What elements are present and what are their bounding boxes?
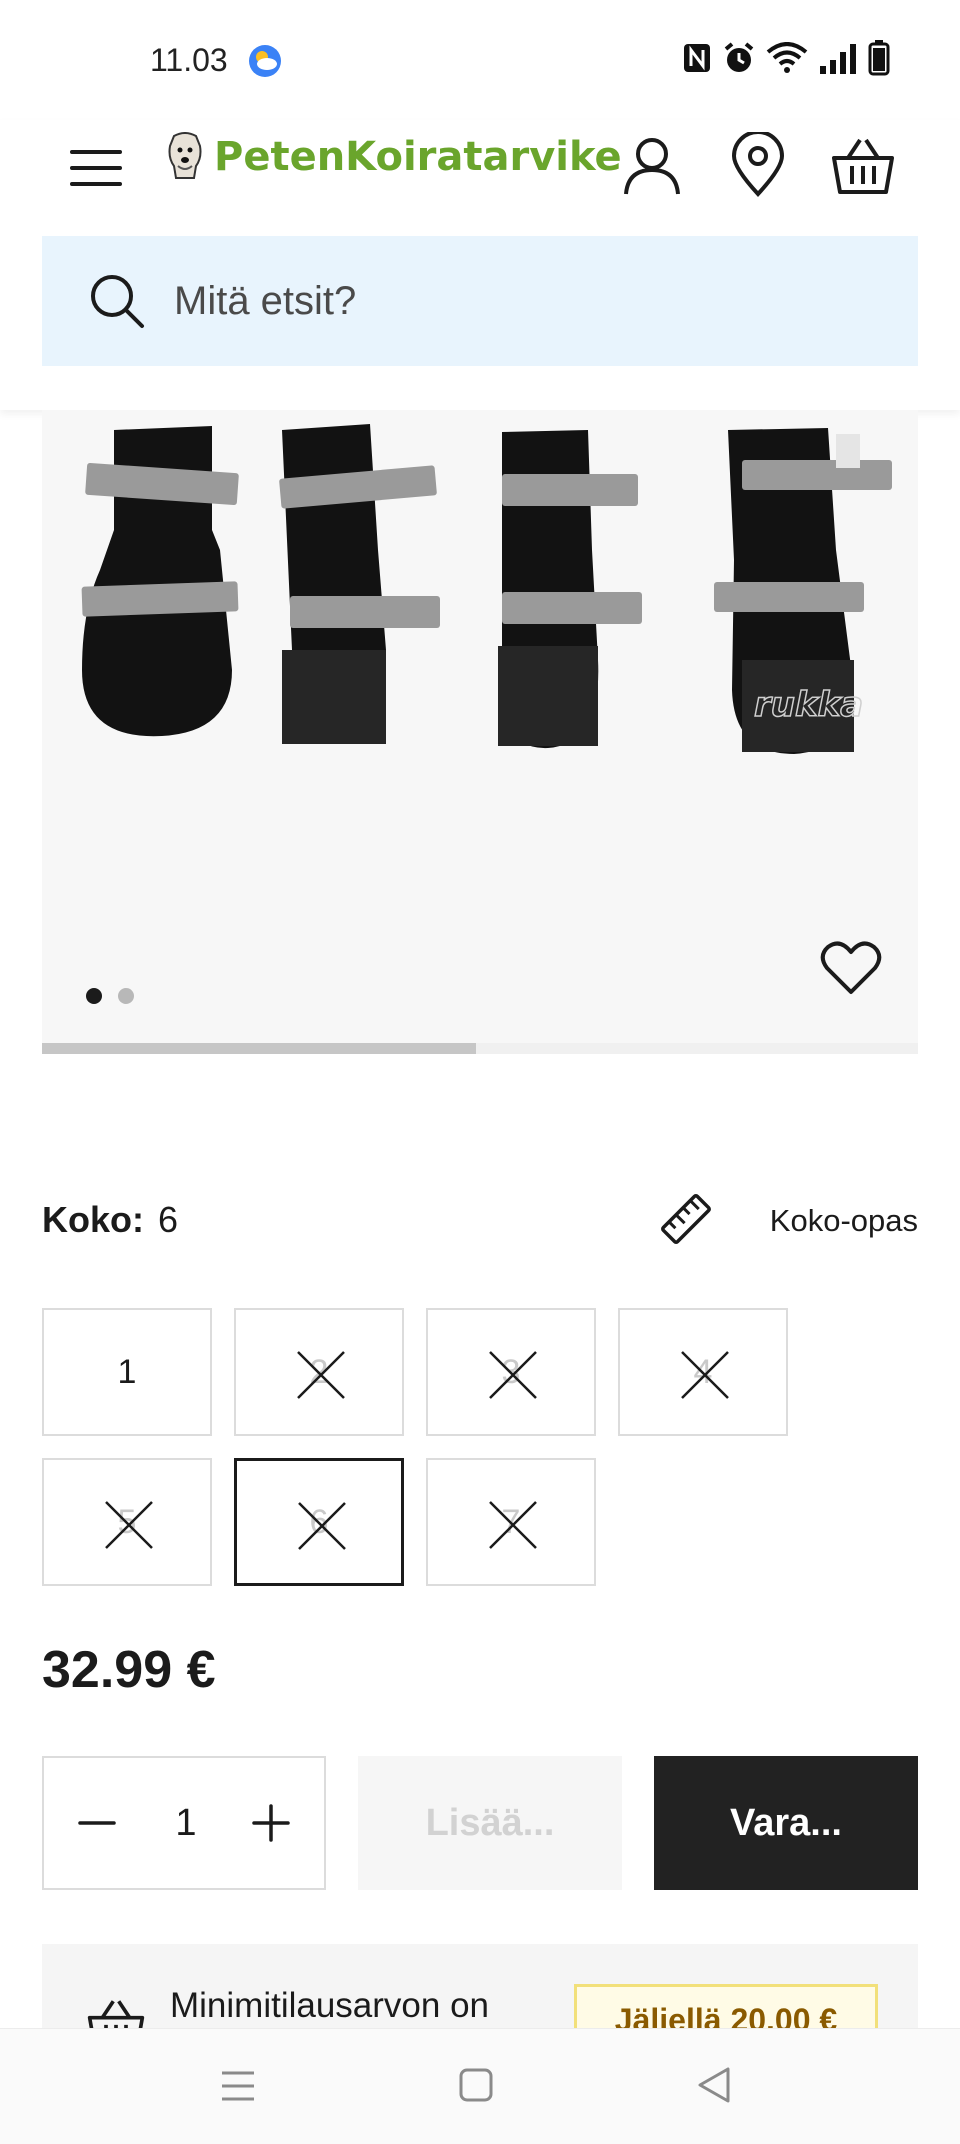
home-icon[interactable]	[458, 2065, 494, 2105]
size-option-1[interactable]: 1	[42, 1308, 212, 1436]
unavailable-cross-icon	[489, 1351, 537, 1399]
product-price: 32.99 €	[42, 1641, 216, 1699]
unavailable-cross-icon	[297, 1351, 345, 1399]
boot-4: rukka	[714, 428, 892, 754]
product-image[interactable]: rukka	[42, 410, 918, 1010]
logo-text: PetenKoiratarvike	[214, 134, 622, 180]
add-to-cart-button[interactable]: Lisää...	[358, 1756, 622, 1890]
boot-1	[81, 426, 239, 737]
basket-icon[interactable]	[830, 134, 896, 196]
boot-2	[279, 424, 440, 744]
wifi-icon	[766, 42, 808, 73]
search-bar[interactable]	[42, 236, 918, 366]
signal-icon	[820, 44, 856, 74]
unavailable-cross-icon	[681, 1351, 729, 1399]
back-icon[interactable]	[696, 2065, 732, 2105]
size-option-7[interactable]: 7	[426, 1458, 596, 1586]
nfc-icon	[684, 44, 710, 72]
product-gallery[interactable]: rukka	[42, 410, 918, 1054]
size-label: Koko:	[42, 1199, 144, 1240]
boot-brand-text: rukka	[754, 685, 863, 725]
minimum-order-text: Minimitilausarvon on	[170, 1986, 490, 2025]
size-option-4[interactable]: 4	[618, 1308, 788, 1436]
search-icon	[91, 275, 144, 328]
size-option-label: 1	[117, 1352, 137, 1391]
size-option-6[interactable]: 6	[234, 1458, 404, 1586]
logo[interactable]: PetenKoiratarvike	[166, 132, 622, 182]
menu-icon[interactable]	[66, 138, 126, 198]
plus-icon[interactable]	[246, 1798, 296, 1848]
status-time: 11.03	[150, 42, 228, 78]
weather-icon	[249, 45, 281, 77]
alarm-icon	[724, 42, 754, 72]
dog-logo-icon	[168, 132, 202, 179]
carousel-dot-1[interactable]	[86, 988, 102, 1004]
unavailable-cross-icon	[298, 1502, 346, 1550]
size-option-3[interactable]: 3	[426, 1308, 596, 1436]
boot-3	[498, 430, 642, 749]
user-icon[interactable]	[620, 134, 684, 198]
size-selected-value: 6	[158, 1199, 179, 1240]
search-input[interactable]	[174, 278, 874, 324]
system-navigation-bar	[0, 2028, 960, 2144]
gallery-scrollbar-thumb[interactable]	[42, 1043, 476, 1054]
size-option-2[interactable]: 2	[234, 1308, 404, 1436]
size-guide-link[interactable]: Koko-opas	[770, 1203, 918, 1239]
carousel-dots	[86, 988, 134, 1004]
site-header: PetenKoiratarvike	[0, 120, 960, 410]
unavailable-cross-icon	[105, 1501, 153, 1549]
recent-apps-icon[interactable]	[218, 2065, 258, 2107]
heart-icon[interactable]	[820, 940, 882, 996]
location-icon[interactable]	[728, 132, 788, 198]
unavailable-cross-icon	[489, 1501, 537, 1549]
reserve-button[interactable]: Vara...	[654, 1756, 918, 1890]
size-header: Koko: 6 Koko-opas	[42, 1194, 918, 1249]
size-option-5[interactable]: 5	[42, 1458, 212, 1586]
status-bar: 11.03	[0, 0, 960, 120]
battery-icon	[868, 40, 890, 76]
quantity-stepper: 1	[42, 1756, 326, 1890]
carousel-dot-2[interactable]	[118, 988, 134, 1004]
status-icons	[682, 40, 890, 76]
ruler-icon[interactable]	[658, 1191, 714, 1247]
